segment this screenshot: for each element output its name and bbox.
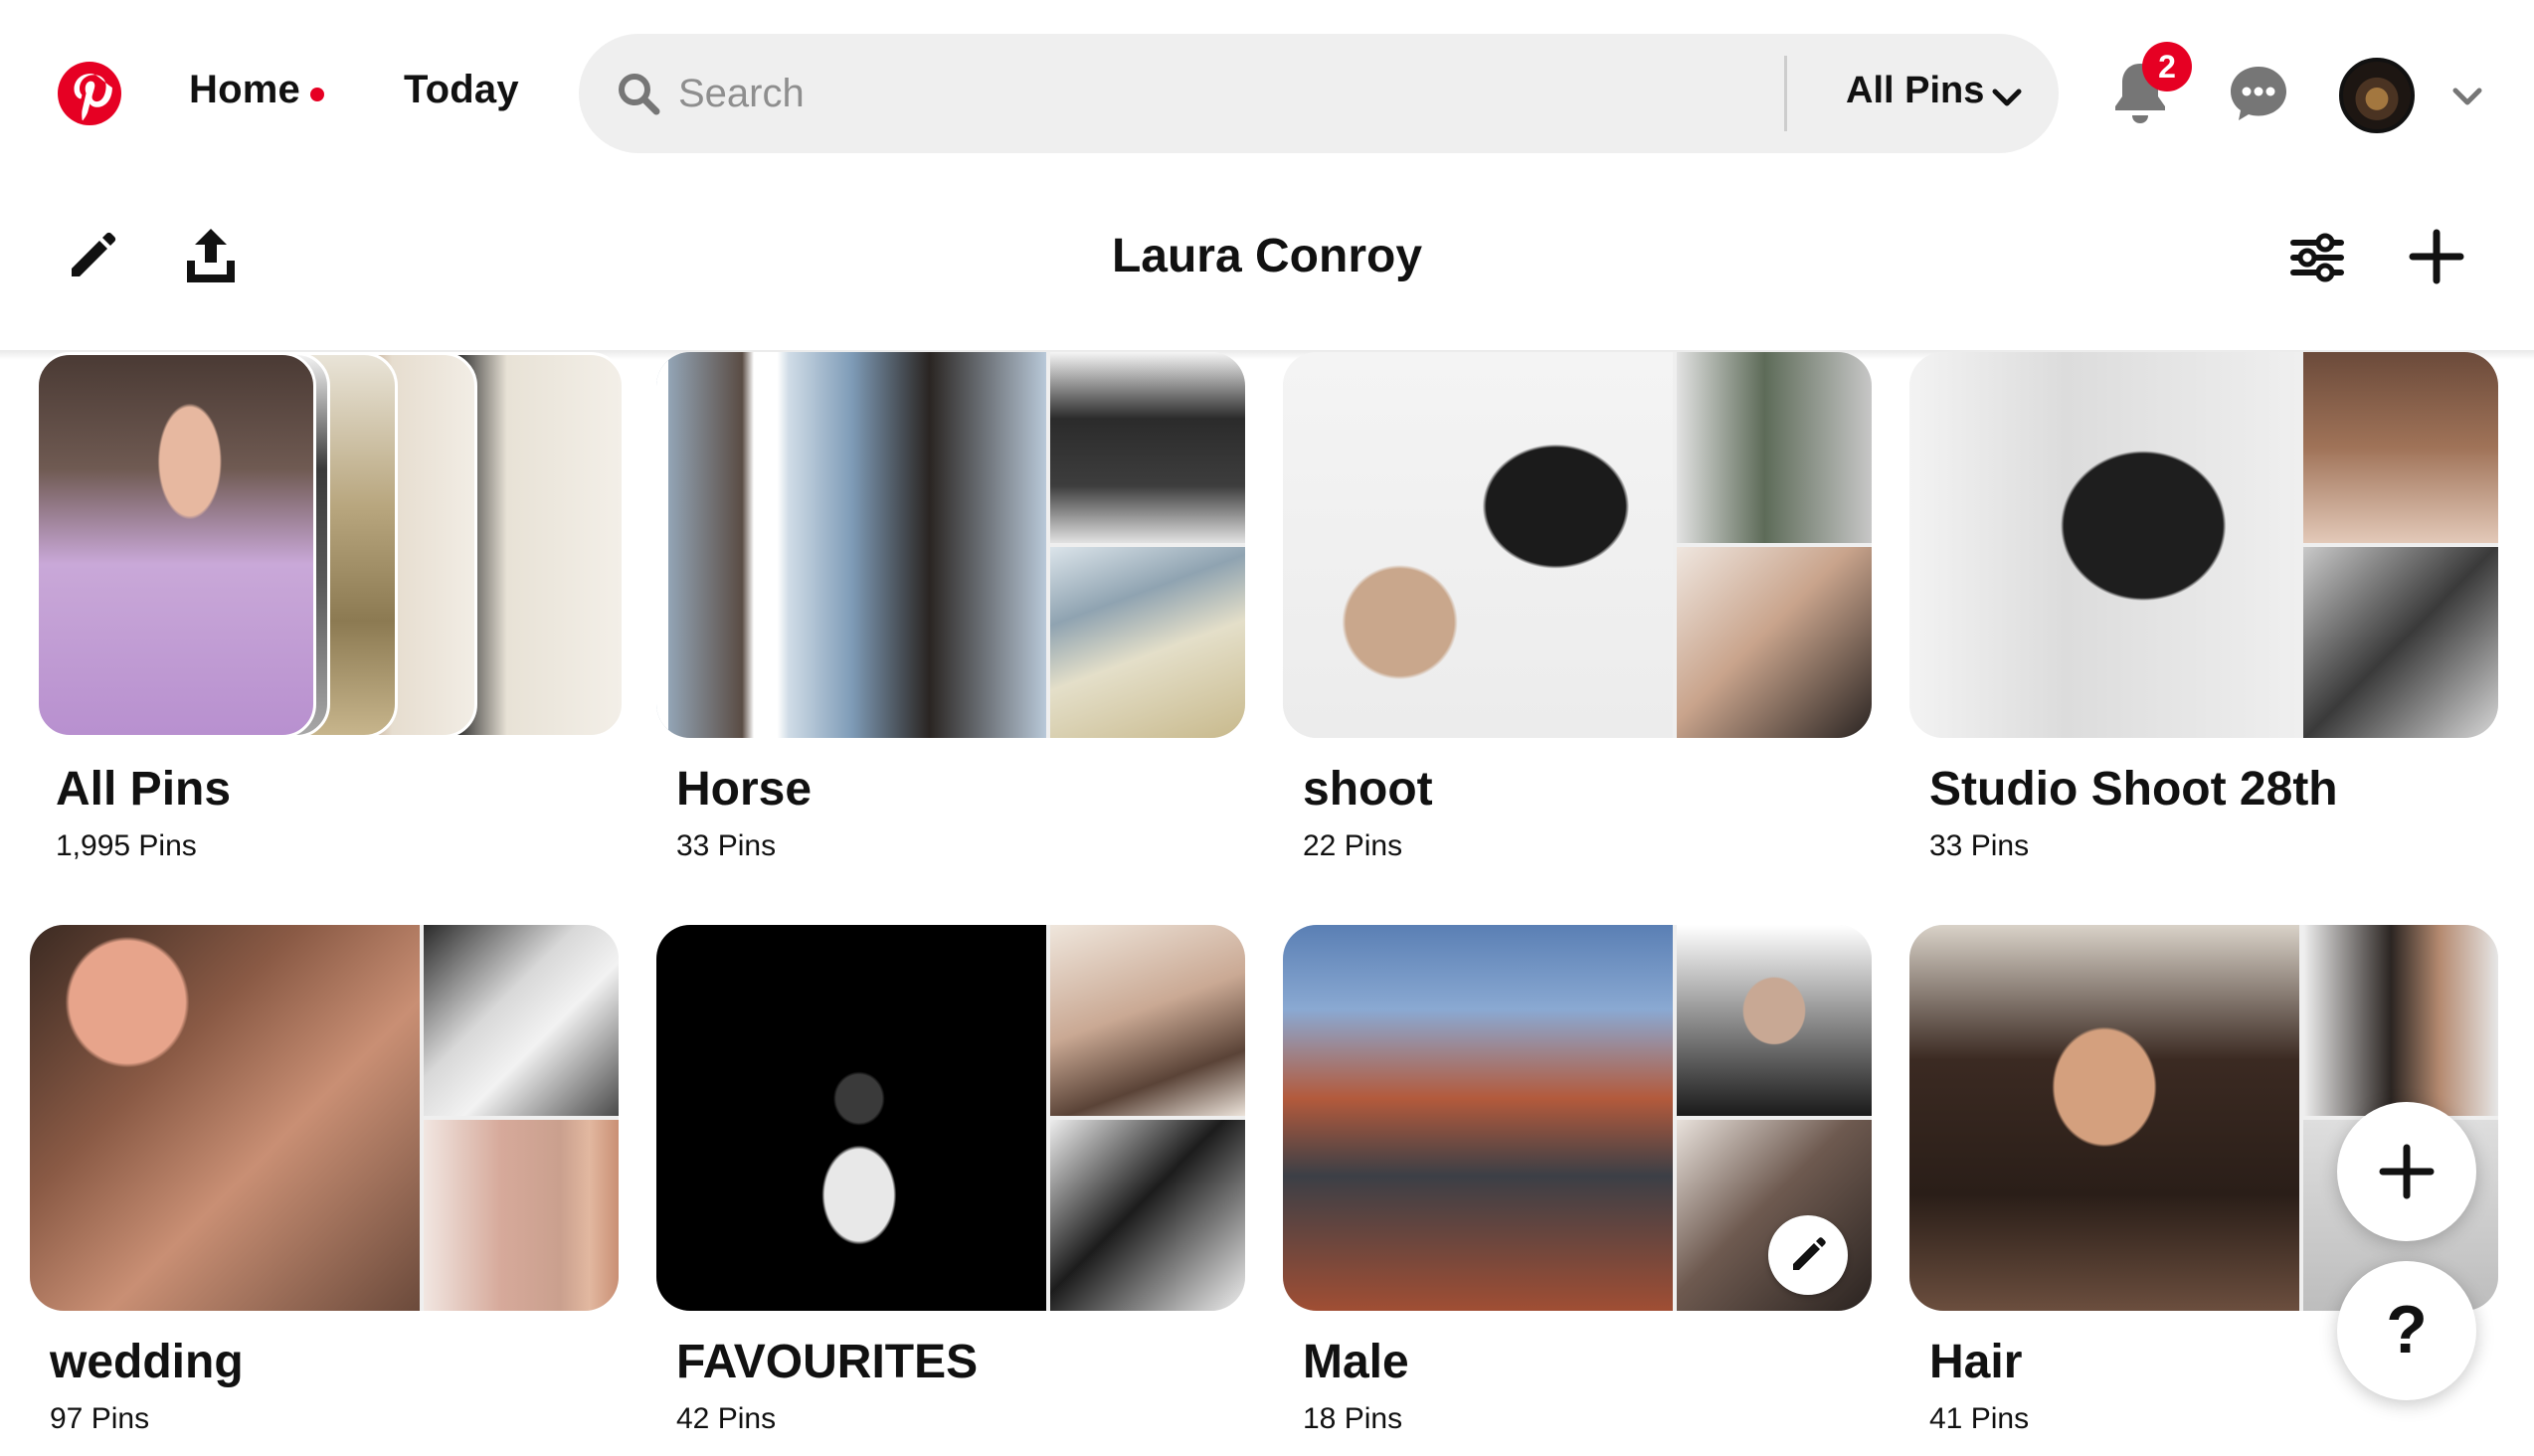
board-pin-count: 33 Pins (1929, 829, 2030, 862)
board-pin-count: 22 Pins (1303, 829, 1403, 862)
board-cover-image (656, 925, 1046, 1311)
board-cover-image (1050, 925, 1245, 1116)
board-pin-count: 97 Pins (50, 1402, 150, 1435)
board-pin-count: 42 Pins (676, 1402, 777, 1435)
pinterest-logo-icon[interactable] (58, 62, 121, 125)
board-cover-image (1909, 925, 2299, 1311)
board-cover-image (1050, 352, 1245, 543)
board-name[interactable]: Hair (1929, 1335, 2022, 1389)
chat-bubble-icon[interactable] (2228, 64, 2289, 123)
board-cover-image (1283, 925, 1673, 1311)
board-pin-count: 41 Pins (1929, 1402, 2030, 1435)
board-cover-image (1283, 352, 1673, 738)
chevron-down-icon[interactable] (2448, 78, 2486, 115)
board-name[interactable]: wedding (50, 1335, 244, 1389)
sliders-icon[interactable] (2289, 231, 2345, 284)
board-cover-image (1677, 925, 1872, 1116)
help-button[interactable]: ? (2337, 1261, 2476, 1400)
nav-today-link[interactable]: Today (404, 68, 519, 112)
plus-icon[interactable] (2407, 227, 2466, 286)
board-pin-count: 18 Pins (1303, 1402, 1403, 1435)
search-bar[interactable]: All Pins (579, 34, 2059, 153)
board-cover-image (36, 352, 316, 738)
notification-count-badge: 2 (2142, 42, 2192, 91)
pencil-icon[interactable] (64, 229, 119, 284)
board-cover-image (2303, 352, 2498, 543)
board-cover-image (30, 925, 420, 1311)
board-name[interactable]: Studio Shoot 28th (1929, 762, 2338, 817)
board-cover[interactable] (36, 352, 625, 738)
board-cover[interactable] (30, 925, 619, 1311)
board-cover-image (1050, 547, 1245, 738)
search-input[interactable] (678, 58, 1534, 129)
board-cover-image (424, 925, 619, 1116)
edit-board-button[interactable] (1768, 1215, 1848, 1295)
board-name[interactable]: Horse (676, 762, 812, 817)
board-cover-image (1677, 352, 1872, 543)
board-cover-image (1677, 547, 1872, 738)
share-icon[interactable] (181, 225, 241, 286)
pencil-icon (1793, 1237, 1826, 1270)
profile-name: Laura Conroy (1111, 230, 1423, 282)
board-cover[interactable] (1909, 352, 2498, 738)
board-cover-image (1050, 1120, 1245, 1311)
home-unread-dot (310, 88, 324, 101)
board-cover-image (2303, 547, 2498, 738)
board-name[interactable]: Male (1303, 1335, 1409, 1389)
profile-header: Laura Conroy (0, 191, 2534, 350)
board-cover-image (424, 1120, 619, 1311)
board-pin-count: 33 Pins (676, 829, 777, 862)
board-cover-image (656, 352, 1046, 738)
plus-icon (2379, 1144, 2435, 1199)
board-name[interactable]: FAVOURITES (676, 1335, 978, 1389)
search-divider (1784, 56, 1787, 131)
board-pin-count: 1,995 Pins (56, 829, 197, 862)
board-cover-image (2303, 925, 2498, 1116)
board-cover[interactable] (656, 352, 1245, 738)
board-cover-image (1677, 1120, 1872, 1311)
board-cover[interactable] (656, 925, 1245, 1311)
board-cover[interactable] (1283, 925, 1872, 1311)
create-pin-button[interactable] (2337, 1102, 2476, 1241)
question-mark-icon: ? (2386, 1292, 2428, 1367)
board-cover[interactable] (1283, 352, 1872, 738)
search-icon (619, 74, 660, 115)
avatar[interactable] (2339, 58, 2415, 133)
nav-home-link[interactable]: Home (189, 68, 300, 112)
board-name[interactable]: All Pins (56, 762, 231, 817)
chevron-down-icon[interactable] (1989, 80, 2025, 115)
board-cover-image (1909, 352, 2299, 738)
board-name[interactable]: shoot (1303, 762, 1433, 817)
search-filter-dropdown[interactable]: All Pins (1846, 70, 1984, 112)
top-navigation: Home Today All Pins 2 (0, 0, 2534, 191)
